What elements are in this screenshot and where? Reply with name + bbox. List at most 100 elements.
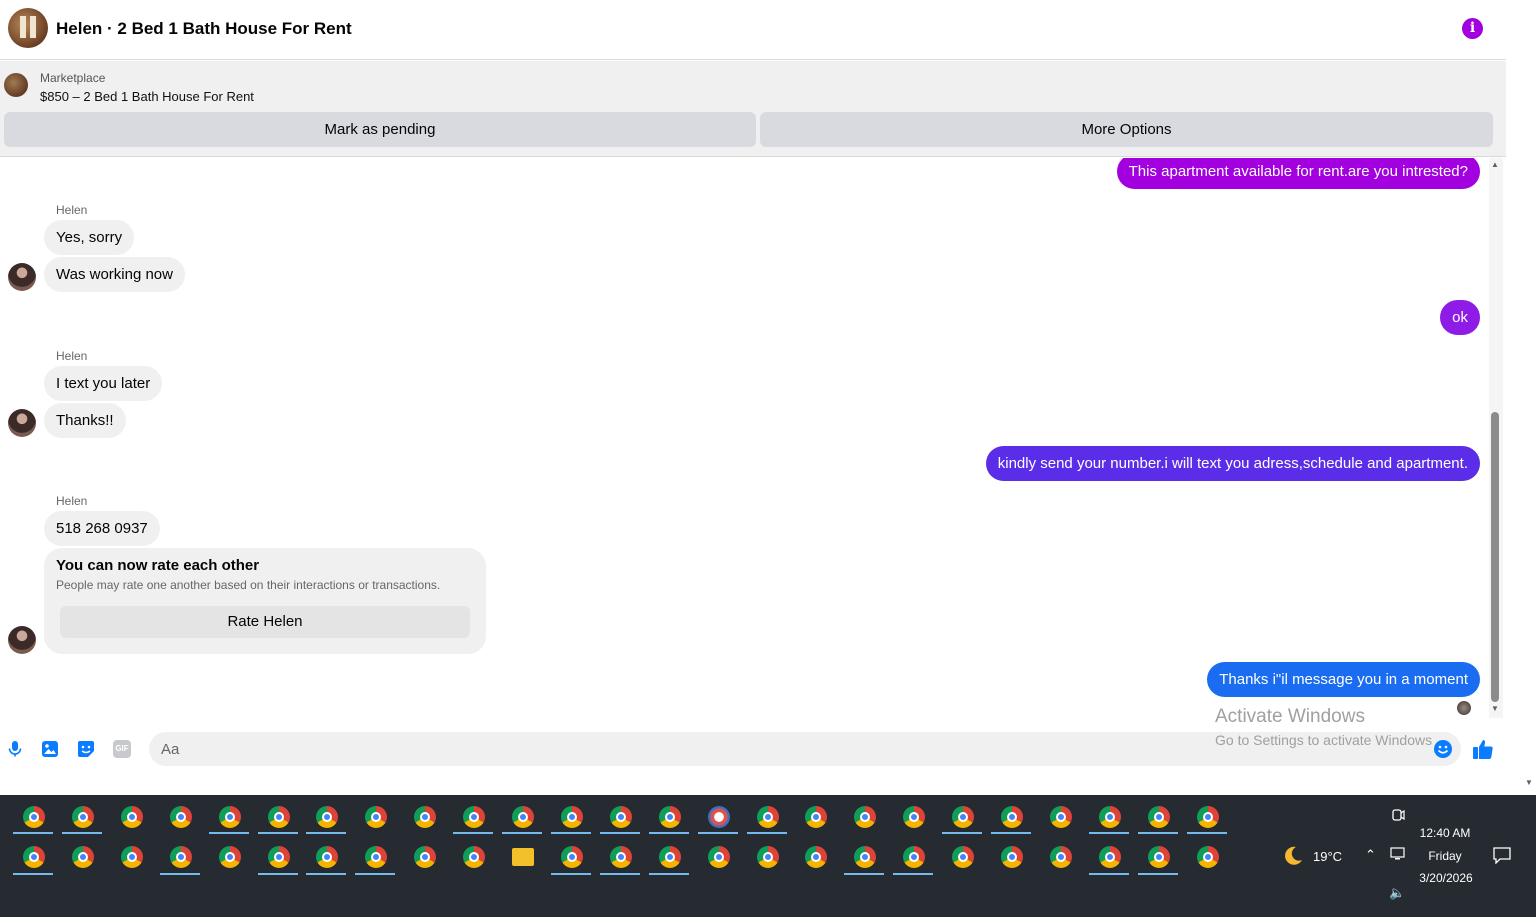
chrome-profile-icon[interactable]	[463, 846, 486, 868]
chat-title[interactable]: Helen · 2 Bed 1 Bath House For Rent	[56, 19, 352, 39]
chrome-profile-icon[interactable]	[267, 806, 290, 828]
chrome-profile-icon[interactable]	[903, 806, 926, 828]
chrome-profile-icon[interactable]	[414, 806, 437, 828]
scrollbar-thumb[interactable]	[1491, 412, 1499, 702]
chrome-profile-icon[interactable]	[952, 806, 975, 828]
message-outgoing[interactable]: Thanks i"il message you in a moment	[1207, 662, 1480, 697]
chrome-profile-icon[interactable]	[218, 846, 241, 868]
clock-day[interactable]: Friday	[1410, 849, 1480, 863]
chrome-profile-icon[interactable]	[120, 846, 143, 868]
chrome-profile-icon[interactable]	[1001, 846, 1023, 868]
photo-icon[interactable]	[41, 740, 59, 758]
chrome-profile-icon[interactable]	[316, 806, 339, 828]
like-icon[interactable]	[1472, 738, 1494, 760]
chrome-profile-icon[interactable]	[1098, 846, 1121, 868]
message-outgoing[interactable]: This apartment available for rent.are yo…	[1116, 158, 1480, 189]
chrome-profile-icon[interactable]	[1196, 806, 1219, 828]
volume-icon[interactable]: 🔈	[1389, 885, 1405, 901]
running-app-indicator	[208, 832, 249, 834]
chrome-profile-icon[interactable]	[609, 846, 632, 868]
rate-helen-button[interactable]: Rate Helen	[60, 606, 470, 638]
chrome-profile-icon[interactable]	[414, 846, 437, 868]
page-scrollbar[interactable]: ▼	[1522, 0, 1536, 795]
chrome-profile-icon[interactable]	[1147, 846, 1170, 868]
chrome-profile-icon[interactable]	[1147, 806, 1170, 828]
chrome-profile-icon[interactable]	[854, 846, 877, 868]
scroll-up-arrow-icon[interactable]: ▲	[1491, 160, 1499, 169]
chrome-profile-icon[interactable]	[658, 846, 681, 868]
chrome-profile-icon[interactable]	[512, 806, 534, 828]
info-icon[interactable]: i	[1462, 18, 1483, 39]
running-app-indicator	[61, 832, 102, 834]
action-center-icon[interactable]	[1493, 847, 1511, 864]
listing-price-title[interactable]: $850 – 2 Bed 1 Bath House For Rent	[40, 89, 254, 104]
mark-as-pending-button[interactable]: Mark as pending	[4, 112, 756, 147]
running-app-indicator	[257, 873, 298, 875]
meet-now-icon[interactable]	[1390, 807, 1406, 823]
chrome-profile-icon[interactable]	[560, 846, 583, 868]
chrome-profile-icon[interactable]	[903, 846, 926, 868]
chrome-profile-icon[interactable]	[71, 846, 94, 868]
chrome-profile-icon[interactable]	[805, 806, 828, 828]
chrome-profile-icon[interactable]	[463, 806, 486, 828]
message-incoming[interactable]: 518 268 0937	[44, 511, 160, 546]
running-app-indicator	[13, 832, 53, 834]
gif-icon[interactable]: GIF	[113, 740, 131, 758]
chrome-profile-icon[interactable]	[169, 846, 192, 868]
sticker-icon[interactable]	[77, 740, 95, 758]
emoji-icon[interactable]	[1433, 739, 1453, 759]
message-outgoing[interactable]: kindly send your number.i will text you …	[985, 446, 1480, 481]
chrome-profile-icon[interactable]	[658, 806, 681, 828]
running-app-indicator	[746, 832, 787, 834]
chrome-profile-icon[interactable]	[952, 846, 975, 868]
chrome-profile-icon[interactable]	[365, 806, 388, 828]
message-incoming[interactable]: I text you later	[44, 366, 163, 401]
chrome-profile-icon[interactable]	[707, 846, 730, 868]
weather-temperature[interactable]: 19°C	[1313, 849, 1342, 864]
chrome-profile-icon[interactable]	[365, 846, 388, 868]
chrome-profile-icon[interactable]	[71, 806, 94, 828]
page-scroll-down-icon[interactable]: ▼	[1525, 778, 1533, 787]
microphone-icon[interactable]	[6, 740, 24, 758]
more-options-button[interactable]: More Options	[760, 112, 1493, 147]
conversation-scrollbar[interactable]: ▲ ▼	[1489, 158, 1503, 718]
messenger-window: Helen · 2 Bed 1 Bath House For Rent i Ma…	[0, 0, 1506, 780]
message-incoming[interactable]: Thanks!!	[44, 403, 126, 438]
chrome-profile-icon[interactable]	[1049, 846, 1072, 868]
app-shortcut-icon[interactable]	[707, 806, 730, 828]
chrome-profile-icon[interactable]	[267, 846, 290, 868]
chrome-profile-icon[interactable]	[316, 846, 339, 868]
chrome-profile-icon[interactable]	[805, 846, 828, 868]
chevron-up-icon[interactable]: ⌃	[1365, 847, 1376, 863]
chrome-profile-icon[interactable]	[1196, 846, 1219, 868]
chrome-profile-icon[interactable]	[120, 806, 143, 828]
network-icon[interactable]	[1390, 847, 1407, 862]
chrome-profile-icon[interactable]	[23, 806, 45, 828]
scroll-down-arrow-icon[interactable]: ▼	[1491, 704, 1499, 713]
running-app-indicator	[453, 832, 494, 834]
chrome-profile-icon[interactable]	[1001, 806, 1023, 828]
chrome-profile-icon[interactable]	[218, 806, 241, 828]
listing-avatar[interactable]	[8, 8, 48, 48]
chrome-profile-icon[interactable]	[756, 806, 779, 828]
chrome-profile-icon[interactable]	[560, 806, 583, 828]
file-explorer-icon[interactable]	[512, 848, 534, 866]
chrome-profile-icon[interactable]	[854, 806, 877, 828]
chrome-profile-icon[interactable]	[1049, 806, 1072, 828]
chrome-profile-icon[interactable]	[1098, 806, 1121, 828]
running-app-indicator	[1137, 832, 1178, 834]
message-outgoing[interactable]: ok	[1440, 300, 1480, 335]
chrome-profile-icon[interactable]	[23, 846, 45, 868]
chrome-profile-icon[interactable]	[609, 806, 632, 828]
moon-weather-icon[interactable]	[1281, 844, 1305, 868]
clock-date[interactable]: 3/20/2026	[1405, 871, 1487, 885]
message-incoming[interactable]: Yes, sorry	[44, 220, 135, 255]
clock-time[interactable]: 12:40 AM	[1410, 826, 1480, 840]
chrome-profile-icon[interactable]	[756, 846, 779, 868]
helen-avatar[interactable]	[8, 263, 36, 291]
helen-avatar[interactable]	[8, 409, 36, 437]
listing-thumbnail[interactable]	[4, 73, 28, 97]
chrome-profile-icon[interactable]	[169, 806, 192, 828]
helen-avatar[interactable]	[8, 626, 36, 654]
message-incoming[interactable]: Was working now	[44, 257, 185, 292]
